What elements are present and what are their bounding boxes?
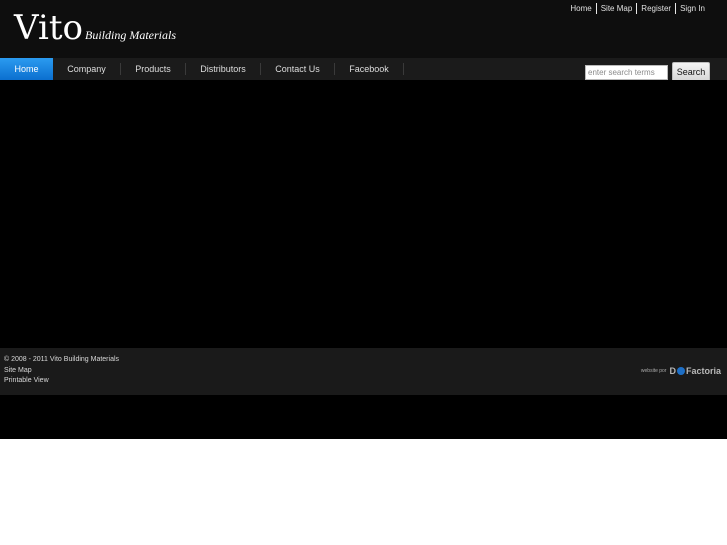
utility-link-home[interactable]: Home bbox=[566, 3, 595, 14]
footer-copyright: © 2008 - 2011 Vito Building Materials bbox=[4, 356, 120, 363]
nav-item-home[interactable]: Home bbox=[0, 58, 53, 80]
nav-item-company[interactable]: Company bbox=[53, 58, 120, 80]
nav-item-facebook[interactable]: Facebook bbox=[335, 58, 403, 80]
nav-item-distributors[interactable]: Distributors bbox=[186, 58, 260, 80]
page: Vito Building Materials Home Site Map Re… bbox=[0, 0, 727, 545]
nav-divider bbox=[403, 63, 404, 75]
search-button[interactable]: Search bbox=[672, 62, 710, 82]
nav-item-products[interactable]: Products bbox=[121, 58, 185, 80]
site-container: Vito Building Materials Home Site Map Re… bbox=[0, 0, 727, 439]
search-input[interactable] bbox=[585, 65, 668, 80]
credit-prefix: website por bbox=[640, 368, 667, 374]
footer: © 2008 - 2011 Vito Building Materials Si… bbox=[0, 348, 727, 395]
footer-link-printable-view[interactable]: Printable View bbox=[4, 376, 119, 387]
utility-link-register[interactable]: Register bbox=[637, 3, 675, 14]
factoria-circle-icon bbox=[676, 367, 685, 375]
credit-name: Factoria bbox=[685, 366, 721, 376]
nav-item-contact-us[interactable]: Contact Us bbox=[261, 58, 334, 80]
bottom-band bbox=[0, 395, 727, 439]
developer-credit[interactable]: website por D Factoria bbox=[641, 365, 721, 377]
credit-d-icon: D bbox=[669, 366, 676, 376]
footer-link-site-map[interactable]: Site Map bbox=[4, 366, 119, 377]
utility-links: Home Site Map Register Sign In bbox=[566, 3, 709, 14]
utility-link-site-map[interactable]: Site Map bbox=[597, 3, 637, 14]
logo-name: Vito bbox=[14, 8, 83, 48]
credit-logo: D Factoria bbox=[669, 366, 721, 376]
utility-link-sign-in[interactable]: Sign In bbox=[676, 3, 709, 14]
header: Vito Building Materials Home Site Map Re… bbox=[0, 0, 727, 58]
logo-tagline: Building Materials bbox=[85, 28, 176, 42]
main-content bbox=[0, 80, 727, 348]
